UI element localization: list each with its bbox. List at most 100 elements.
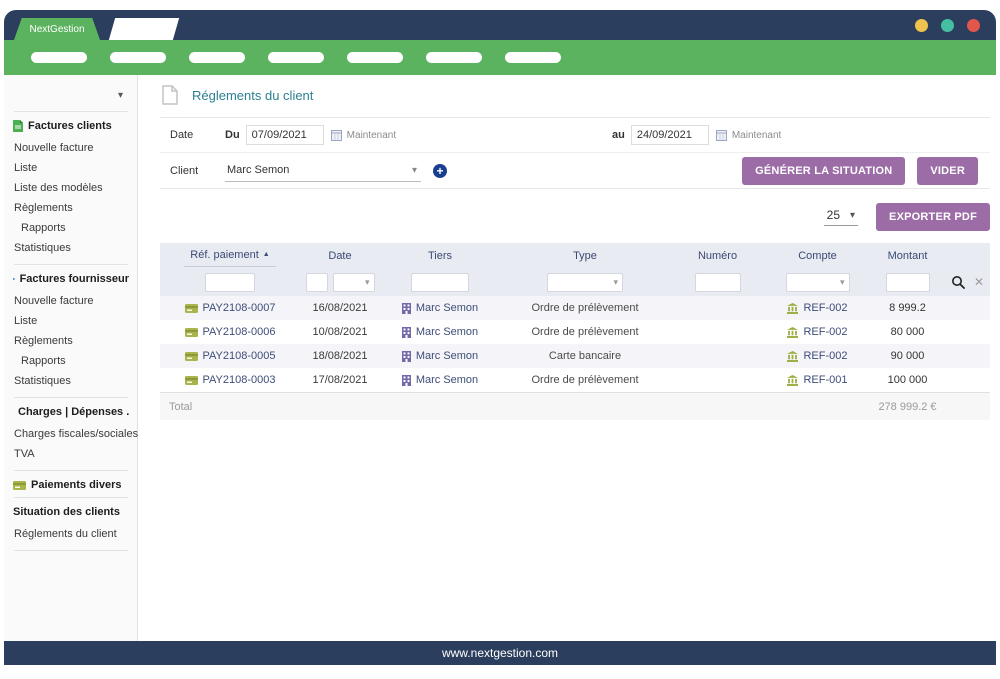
payment-ref-link[interactable]: PAY2108-0006: [203, 326, 276, 338]
clear-filters-icon[interactable]: ✕: [974, 275, 984, 289]
column-header-date[interactable]: Date: [300, 250, 380, 262]
filter-date-select[interactable]: ▾: [333, 273, 375, 292]
sidebar-item-liste[interactable]: Liste: [13, 158, 129, 178]
date-to-input[interactable]: [631, 125, 709, 145]
payment-ref-link[interactable]: PAY2108-0005: [203, 350, 276, 362]
payment-ref-link[interactable]: PAY2108-0003: [203, 374, 276, 386]
filter-montant-input[interactable]: [886, 273, 930, 292]
date-from-input[interactable]: [246, 125, 324, 145]
export-pdf-button[interactable]: EXPORTER PDF: [876, 203, 990, 231]
building-icon: [402, 375, 411, 386]
search-icon[interactable]: [951, 275, 965, 289]
table-total-row: Total 278 999.2 €: [160, 392, 990, 420]
divider: [14, 111, 128, 112]
filter-tiers-input[interactable]: [411, 273, 469, 292]
add-client-button[interactable]: +: [433, 164, 447, 178]
nav-pill[interactable]: [110, 52, 166, 63]
chevron-down-icon: ▾: [840, 277, 845, 288]
sidebar-item-rapports[interactable]: Rapports: [13, 218, 129, 238]
tiers-link[interactable]: Marc Semon: [416, 302, 478, 314]
sidebar-item-reglements[interactable]: Règlements: [13, 198, 129, 218]
table-row[interactable]: PAY2108-0006 10/08/2021 Marc Semon Ordre…: [160, 320, 990, 344]
page-size-select[interactable]: 25 ▾: [824, 208, 858, 226]
payment-montant: 90 000: [891, 350, 925, 362]
table-row[interactable]: PAY2108-0005 18/08/2021 Marc Semon Carte…: [160, 344, 990, 368]
nav-pill[interactable]: [31, 52, 87, 63]
payment-card-icon: [185, 376, 198, 385]
total-value: 278 999.2 €: [878, 401, 936, 413]
tiers-link[interactable]: Marc Semon: [416, 374, 478, 386]
clear-button[interactable]: VIDER: [917, 157, 978, 185]
calendar-icon[interactable]: [716, 130, 727, 141]
column-header-ref[interactable]: Réf. paiement ▲: [160, 245, 300, 267]
filter-ref-input[interactable]: [205, 273, 255, 292]
client-select[interactable]: Marc Semon ▾: [225, 160, 421, 182]
sidebar-item-reglements-du-client[interactable]: Réglements du client: [13, 524, 129, 544]
brand-tab[interactable]: NextGestion: [14, 18, 100, 40]
column-header-montant[interactable]: Montant: [870, 250, 945, 262]
window-maximize-button[interactable]: [941, 19, 954, 32]
sidebar-company-select[interactable]: ▾: [13, 85, 129, 105]
filter-numero-input[interactable]: [695, 273, 741, 292]
divider: [14, 497, 128, 498]
compte-link[interactable]: REF-001: [803, 374, 847, 386]
now-link-from[interactable]: Maintenant: [347, 130, 396, 141]
compte-link[interactable]: REF-002: [803, 326, 847, 338]
sidebar-item-charges-fiscales[interactable]: Charges fiscales/sociales: [13, 424, 129, 444]
sidebar-item-tva[interactable]: TVA: [13, 444, 129, 464]
column-header-numero[interactable]: Numéro: [670, 250, 765, 262]
chevron-down-icon: ▾: [613, 277, 618, 288]
table-row[interactable]: PAY2108-0007 16/08/2021 Marc Semon Ordre…: [160, 296, 990, 320]
chevron-down-icon: ▾: [118, 90, 123, 101]
filter-compte-select[interactable]: ▾: [786, 273, 850, 292]
compte-link[interactable]: REF-002: [803, 350, 847, 362]
sidebar-section-paiements-divers[interactable]: Paiements divers: [13, 479, 129, 491]
nav-pill[interactable]: [347, 52, 403, 63]
window-close-button[interactable]: [967, 19, 980, 32]
total-label: Total: [169, 401, 192, 413]
sidebar-item-liste-des-modeles[interactable]: Liste des modèles: [13, 178, 129, 198]
filter-panel: Date Du Maintenant au Maintenant Client …: [160, 117, 990, 189]
nav-pill[interactable]: [268, 52, 324, 63]
section-label: Situation des clients: [13, 506, 120, 518]
sidebar-item-rapports-f[interactable]: Rapports: [13, 351, 129, 371]
sidebar-item-statistiques[interactable]: Statistiques: [13, 238, 129, 258]
nav-pill[interactable]: [426, 52, 482, 63]
now-link-to[interactable]: Maintenant: [732, 130, 781, 141]
column-header-type[interactable]: Type: [500, 250, 670, 262]
client-filter-row: Client Marc Semon ▾ + GÉNÉRER LA SITUATI…: [160, 153, 990, 188]
main-navbar: [4, 40, 996, 75]
payment-card-icon: [185, 328, 198, 337]
payment-ref-link[interactable]: PAY2108-0007: [203, 302, 276, 314]
tiers-link[interactable]: Marc Semon: [416, 350, 478, 362]
table-row[interactable]: PAY2108-0003 17/08/2021 Marc Semon Ordre…: [160, 368, 990, 392]
sidebar-section-factures-fournisseur[interactable]: Factures fournisseur: [13, 273, 129, 285]
filter-type-select[interactable]: ▾: [547, 273, 623, 292]
table-filter-row: ▾ ▾ ▾ ✕: [160, 268, 990, 296]
app-window: NextGestion ▾ Factures clients Nouvelle …: [0, 0, 1000, 679]
sidebar-section-charges-depenses[interactable]: Charges | Dépenses ...: [13, 406, 129, 418]
payment-type: Ordre de prélèvement: [532, 326, 639, 338]
filter-date-input[interactable]: [306, 273, 328, 292]
column-label: Date: [328, 250, 351, 262]
sidebar-item-nouvelle-facture[interactable]: Nouvelle facture: [13, 138, 129, 158]
column-header-compte[interactable]: Compte: [765, 250, 870, 262]
nav-pill[interactable]: [505, 52, 561, 63]
compte-link[interactable]: REF-002: [803, 302, 847, 314]
sidebar-item-reglements-f[interactable]: Règlements: [13, 331, 129, 351]
payment-date: 10/08/2021: [312, 326, 367, 338]
secondary-tab[interactable]: [109, 18, 179, 40]
building-icon: [402, 351, 411, 362]
sidebar-item-nouvelle-facture-f[interactable]: Nouvelle facture: [13, 291, 129, 311]
nav-pill[interactable]: [189, 52, 245, 63]
generate-situation-button[interactable]: GÉNÉRER LA SITUATION: [742, 157, 905, 185]
sidebar-item-liste-f[interactable]: Liste: [13, 311, 129, 331]
tiers-link[interactable]: Marc Semon: [416, 326, 478, 338]
sidebar-section-factures-clients[interactable]: Factures clients: [13, 120, 129, 132]
file-icon-green: [13, 120, 23, 132]
window-minimize-button[interactable]: [915, 19, 928, 32]
column-header-tiers[interactable]: Tiers: [380, 250, 500, 262]
sidebar-section-situation-clients[interactable]: Situation des clients: [13, 506, 129, 518]
calendar-icon[interactable]: [331, 130, 342, 141]
sidebar-item-statistiques-f[interactable]: Statistiques: [13, 371, 129, 391]
